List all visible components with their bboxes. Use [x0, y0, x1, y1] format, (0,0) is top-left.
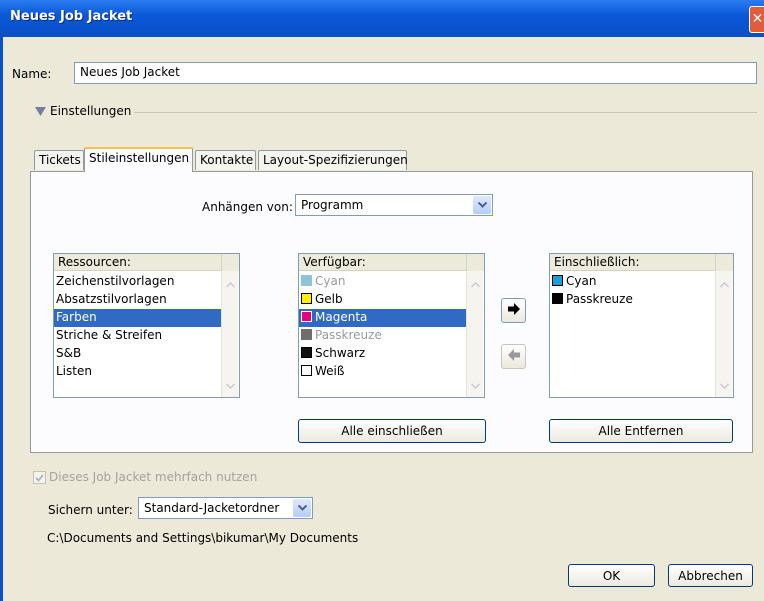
close-icon: ✕	[751, 11, 764, 27]
available-header: Verfügbar:	[299, 254, 466, 271]
list-item[interactable]: Farben	[54, 309, 221, 327]
list-item[interactable]: Magenta	[299, 309, 466, 327]
color-swatch	[301, 329, 312, 340]
include-button[interactable]	[501, 298, 526, 323]
list-item-label: Schwarz	[315, 346, 366, 360]
list-item-label: Gelb	[315, 292, 343, 306]
name-input[interactable]: Neues Job Jacket	[74, 62, 757, 84]
list-item[interactable]: Zeichenstilvorlagen	[54, 273, 221, 291]
included-listbox[interactable]: Einschließlich: Cyan Passkreuze	[549, 253, 734, 398]
list-item[interactable]: Passkreuze	[550, 291, 715, 309]
scrollbar[interactable]	[221, 271, 238, 397]
checkmark-icon	[35, 471, 44, 485]
tab-kontakte[interactable]: Kontakte	[195, 150, 256, 170]
list-item[interactable]: Cyan	[550, 273, 715, 291]
list-item[interactable]: Weiß	[299, 363, 466, 381]
scroll-down-icon[interactable]	[467, 378, 483, 394]
list-item[interactable]: Cyan	[299, 273, 466, 291]
color-swatch	[552, 275, 563, 286]
list-item-label: Magenta	[315, 310, 368, 324]
color-swatch	[301, 275, 312, 286]
scroll-up-icon[interactable]	[467, 277, 483, 293]
list-item[interactable]: Absatzstilvorlagen	[54, 291, 221, 309]
title-bar: Neues Job Jacket ✕	[0, 0, 764, 37]
resources-listbox[interactable]: Ressourcen: Zeichenstilvorlagen Absatzst…	[53, 253, 240, 398]
include-all-button[interactable]: Alle einschließen	[298, 419, 486, 443]
list-item-label: Weiß	[315, 364, 345, 378]
list-item-label: Cyan	[566, 274, 597, 288]
name-input-value: Neues Job Jacket	[80, 65, 180, 79]
arrow-left-icon	[507, 348, 521, 365]
settings-group-label[interactable]: Einstellungen	[50, 104, 131, 118]
append-from-label: Anhängen von:	[202, 200, 293, 214]
reuse-checkbox[interactable]	[33, 471, 46, 484]
tab-kontakte-label: Kontakte	[200, 153, 254, 167]
resources-header: Ressourcen:	[54, 254, 221, 271]
list-item-label: Passkreuze	[566, 292, 633, 306]
available-header-end	[466, 254, 484, 271]
scrollbar[interactable]	[715, 271, 732, 397]
group-divider	[134, 112, 757, 113]
save-under-value: Standard-Jacketordner	[144, 501, 280, 515]
color-swatch	[301, 347, 312, 358]
color-swatch	[301, 293, 312, 304]
list-item[interactable]: Listen	[54, 363, 221, 381]
tab-tickets[interactable]: Tickets	[34, 150, 84, 170]
ok-button[interactable]: OK	[568, 564, 655, 587]
list-item-label: Passkreuze	[315, 328, 382, 342]
cancel-button[interactable]: Abbrechen	[668, 564, 753, 587]
save-under-dropdown[interactable]: Standard-Jacketordner	[138, 497, 313, 519]
color-swatch	[301, 365, 312, 376]
list-item[interactable]: Schwarz	[299, 345, 466, 363]
arrow-right-icon	[507, 302, 521, 319]
included-header-end	[715, 254, 733, 271]
remove-all-button[interactable]: Alle Entfernen	[549, 419, 733, 443]
list-item-label: Cyan	[315, 274, 346, 288]
scroll-up-icon[interactable]	[222, 277, 238, 293]
tab-stileinstellungen[interactable]: Stileinstellungen	[84, 147, 193, 172]
save-under-label: Sichern unter:	[48, 503, 133, 517]
included-header: Einschließlich:	[550, 254, 715, 271]
name-label: Name:	[12, 67, 52, 81]
chevron-down-icon[interactable]	[473, 196, 491, 214]
close-button[interactable]: ✕	[749, 6, 764, 33]
color-swatch	[301, 311, 312, 322]
scroll-down-icon[interactable]	[716, 378, 732, 394]
tab-tickets-label: Tickets	[39, 153, 81, 167]
scrollbar[interactable]	[466, 271, 483, 397]
scroll-down-icon[interactable]	[222, 378, 238, 394]
list-item[interactable]: S&B	[54, 345, 221, 363]
remove-button[interactable]	[501, 344, 526, 369]
scroll-up-icon[interactable]	[716, 277, 732, 293]
append-from-value: Programm	[301, 198, 364, 212]
list-item[interactable]: Gelb	[299, 291, 466, 309]
window-title: Neues Job Jacket	[10, 9, 133, 24]
reuse-checkbox-label: Dieses Job Jacket mehrfach nutzen	[49, 470, 258, 484]
list-item[interactable]: Striche & Streifen	[54, 327, 221, 345]
tab-layout-spezifizierungen[interactable]: Layout-Spezifizierungen	[258, 150, 408, 170]
triangle-down-icon[interactable]	[35, 105, 46, 119]
chevron-down-icon[interactable]	[293, 499, 311, 517]
list-item[interactable]: Passkreuze	[299, 327, 466, 345]
available-listbox[interactable]: Verfügbar: Cyan Gelb Magenta Passkreuze …	[298, 253, 485, 398]
tab-layout-label: Layout-Spezifizierungen	[263, 153, 408, 167]
append-from-dropdown[interactable]: Programm	[295, 194, 493, 216]
color-swatch	[552, 293, 563, 304]
resources-header-end	[221, 254, 239, 271]
save-path-text: C:\Documents and Settings\bikumar\My Doc…	[47, 531, 359, 545]
tab-stileinstellungen-label: Stileinstellungen	[89, 151, 190, 165]
